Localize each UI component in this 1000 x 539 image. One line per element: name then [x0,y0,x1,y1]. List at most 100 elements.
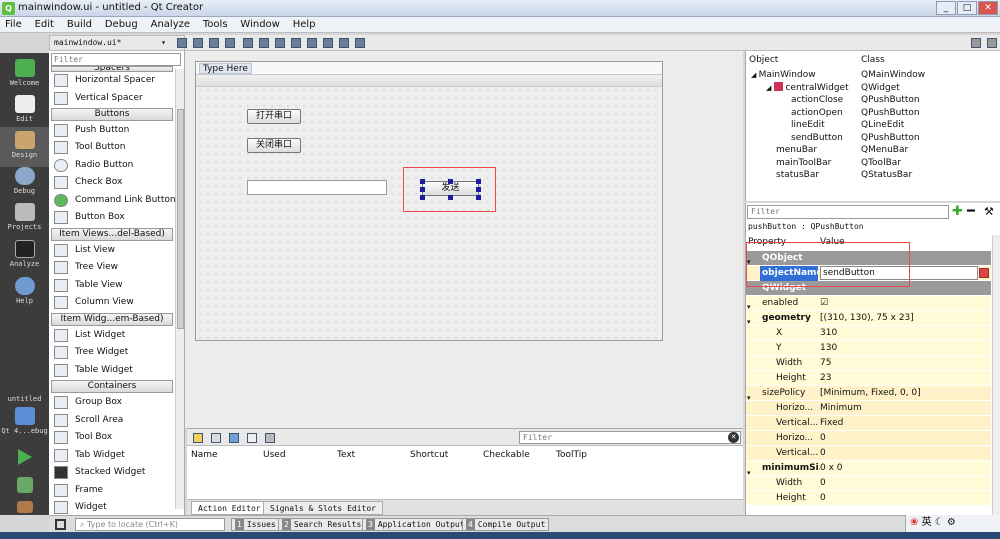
type-here-menu[interactable]: Type Here [199,63,252,74]
layout-grid-icon[interactable] [323,38,333,48]
new-action-icon[interactable] [193,433,203,443]
property-row[interactable]: Y 130 [746,341,991,356]
configure-icon[interactable] [265,433,275,443]
property-row[interactable]: Vertical... 0 [746,446,991,461]
splitter-horizontal-icon[interactable] [275,38,285,48]
col-checkable[interactable]: Checkable [483,450,530,460]
tree-row[interactable]: actionOpen [791,107,843,119]
output-tab-compile-output[interactable]: 4 Compile Output [462,518,550,531]
col-shortcut[interactable]: Shortcut [410,450,448,460]
build-button[interactable] [0,499,49,515]
widget-push-button[interactable]: Push Button [51,122,173,139]
tree-row[interactable]: mainToolBar [776,157,831,169]
delete-action-icon[interactable] [247,433,257,443]
category-item-views[interactable]: Item Views...del-Based) [51,228,173,241]
widget-edit-mode-icon[interactable] [177,38,187,48]
tree-row[interactable]: statusBar [776,169,819,181]
property-row[interactable]: Width 0 [746,476,991,491]
menu-analyze[interactable]: Analyze [146,17,195,33]
tree-row[interactable]: actionClose [791,94,843,106]
menu-edit[interactable]: Edit [30,17,59,33]
widget-tree-widget[interactable]: Tree Widget [51,344,173,361]
mode-edit[interactable]: Edit [0,91,49,131]
splitter-vertical-icon[interactable] [291,38,301,48]
break-layout-icon[interactable] [339,38,349,48]
enabled-checkbox[interactable]: ☑ [820,296,990,311]
widget-tab-widget[interactable]: Tab Widget [51,447,173,464]
widget-check-box[interactable]: Check Box [51,174,173,191]
close-panel-icon[interactable] [987,38,997,48]
menu-file[interactable]: File [0,17,27,33]
widget-button-box[interactable]: Button Box [51,209,173,226]
widget-column-view[interactable]: Column View [51,294,173,311]
category-containers[interactable]: Containers [51,380,173,393]
property-row[interactable]: X 310 [746,326,991,341]
collapse-arrow-icon[interactable]: ▾ [747,394,751,402]
widget-tree-view[interactable]: Tree View [51,259,173,276]
property-row[interactable]: enabled ☑ [746,296,991,311]
ime-indicator[interactable]: 英 [922,517,932,528]
widget-vertical-spacer[interactable]: Vertical Spacer [51,90,173,107]
widget-filter-input[interactable]: Filter [51,53,181,66]
line-edit[interactable] [247,180,387,195]
menu-tools[interactable]: Tools [198,17,233,33]
settings-icon[interactable]: ⚙ [947,517,956,528]
collapse-arrow-icon[interactable]: ▾ [747,469,751,477]
menu-build[interactable]: Build [62,17,97,33]
action-filter-input[interactable]: Filter [519,431,741,444]
tab-action-editor[interactable]: Action Editor [191,501,268,515]
property-row[interactable]: minimumSi...0 x 0 [746,461,991,476]
tree-row[interactable]: lineEdit [791,119,825,131]
maximize-button[interactable]: □ [957,1,977,15]
run-button[interactable] [0,445,49,469]
moon-icon[interactable]: ☾ [935,517,944,528]
property-row[interactable]: sizePolicy [Minimum, Fixed, 0, 0] [746,386,991,401]
col-class[interactable]: Class [861,55,885,65]
paw-icon[interactable]: ❀ [910,517,918,528]
debug-run-button[interactable] [0,473,49,497]
col-tooltip[interactable]: ToolTip [556,450,587,460]
widget-stacked-widget[interactable]: Stacked Widget [51,464,173,481]
collapse-arrow-icon[interactable]: ▾ [747,303,751,311]
remove-property-icon[interactable]: ━ [967,205,975,218]
col-name[interactable]: Name [191,450,218,460]
property-row[interactable]: Horizo... Minimum [746,401,991,416]
tab-order-mode-icon[interactable] [225,38,235,48]
widget-scroll-area[interactable]: Scroll Area [51,412,173,429]
property-row[interactable]: Vertical... Fixed [746,416,991,431]
mode-welcome[interactable]: Welcome [0,55,49,95]
category-item-widgets[interactable]: Item Widg...em-Based) [51,313,173,326]
tree-row[interactable]: menuBar [776,144,817,156]
widget-table-view[interactable]: Table View [51,277,173,294]
open-port-button[interactable]: 打开串口 [247,109,301,124]
property-row[interactable]: Width 75 [746,356,991,371]
widget-horizontal-spacer[interactable]: Horizontal Spacer [51,72,173,89]
tree-row[interactable]: ◢ MainWindow [751,69,816,81]
property-row[interactable]: Horizo... 0 [746,431,991,446]
tab-signals-slots[interactable]: Signals & Slots Editor [263,501,383,515]
widget-box-scrollbar[interactable] [175,69,184,509]
menu-window[interactable]: Window [235,17,284,33]
document-selector[interactable]: mainwindow.ui* ▾ [49,35,185,51]
menu-help[interactable]: Help [288,17,321,33]
reset-icon[interactable] [979,268,989,278]
configure-icon[interactable]: ⚒ [984,205,994,218]
mode-analyze[interactable]: Analyze [0,236,49,276]
tree-row[interactable]: sendButton [791,132,843,144]
widget-radio-button[interactable]: Radio Button [51,157,173,174]
copy-action-icon[interactable] [211,433,221,443]
output-tab-search-results[interactable]: 2 Search Results [278,518,366,531]
output-tab-issues[interactable]: 1 Issues [231,518,280,531]
mode-debug[interactable]: Debug [0,163,49,203]
property-row[interactable]: geometry [(310, 130), 75 x 23] [746,311,991,326]
widget-table-widget[interactable]: Table Widget [51,362,173,379]
widget-frame[interactable]: Frame [51,482,173,499]
widget-list-view[interactable]: List View [51,242,173,259]
widget-widget[interactable]: Widget [51,499,173,516]
close-port-button[interactable]: 关闭串口 [247,138,301,153]
add-property-icon[interactable]: ✚ [952,205,963,218]
layout-horizontal-icon[interactable] [243,38,253,48]
mode-design[interactable]: Design [0,127,49,167]
col-object[interactable]: Object [749,55,778,65]
toggle-sidebar-icon[interactable] [55,519,66,530]
